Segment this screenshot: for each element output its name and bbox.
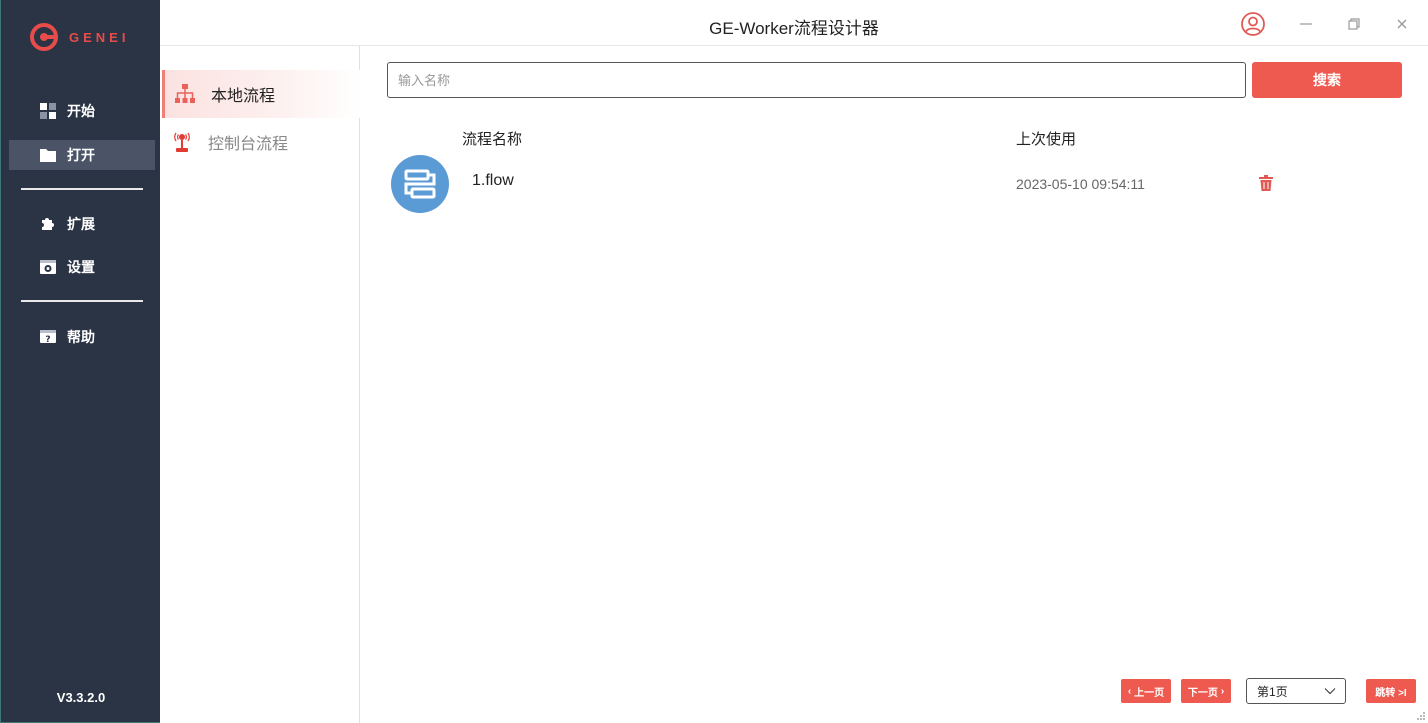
prev-page-label: 上一页 [1134,687,1165,699]
nav-item-extensions[interactable]: 扩展 [9,209,155,239]
restore-button[interactable] [1342,12,1366,36]
tab-console-flows[interactable]: 控制台流程 [162,118,358,166]
restore-icon [1348,18,1360,30]
prev-page-button[interactable]: ‹ 上一页 [1121,679,1171,703]
close-icon [1397,19,1407,29]
column-header-name: 流程名称 [462,131,523,148]
nav-item-label: 开始 [67,103,95,119]
search-input[interactable] [387,62,1246,98]
dashboard-icon [39,102,57,120]
chevron-down-icon [1324,688,1336,695]
flow-source-sidebar: 本地流程 控制台流程 [160,46,361,723]
resize-grip-icon[interactable] [1416,711,1426,721]
next-page-button[interactable]: 下一页 › [1181,679,1231,703]
nav-divider [21,300,143,302]
window-title: GE-Worker流程设计器 [709,19,879,38]
broadcast-icon [170,130,194,154]
trash-icon [1259,175,1273,191]
svg-text:?: ? [45,335,50,345]
genei-logo-icon [30,23,58,51]
nav-item-label: 设置 [67,259,95,275]
user-avatar-button[interactable] [1241,12,1265,36]
flow-last-used: 2023-05-10 09:54:11 [1016,176,1145,192]
nav-item-settings[interactable]: 设置 [9,252,155,282]
flow-name[interactable]: 1.flow [472,172,514,190]
logo-text: GENEI [69,29,130,45]
nav-item-label: 打开 [67,147,95,163]
logo: GENEI [29,22,129,52]
column-header-last-used: 上次使用 [1016,131,1077,148]
jump-page-button[interactable]: 跳转 >I [1366,679,1416,703]
main-sidebar: GENEI 开始 打开 扩展 设置 ? 帮助 V3.3.2.0 [0,0,160,723]
nav-item-label: 帮助 [67,329,95,345]
nav-item-help[interactable]: ? 帮助 [9,322,155,352]
puzzle-icon [39,215,57,233]
chevron-right-icon: › [1220,685,1225,697]
tab-local-flows[interactable]: 本地流程 [162,70,361,118]
table-row[interactable]: 1.flow 2023-05-10 09:54:11 [387,152,1407,216]
sitemap-icon [173,82,197,106]
tab-label: 控制台流程 [208,136,289,153]
version-label: V3.3.2.0 [56,690,106,705]
minimize-icon [1300,23,1312,25]
minimize-button[interactable] [1294,12,1318,36]
title-bar: GE-Worker流程设计器 [160,0,1428,46]
delete-button[interactable] [1257,174,1275,192]
tab-label: 本地流程 [211,88,276,105]
page-select-value: 第1页 [1257,684,1288,699]
nav-item-start[interactable]: 开始 [9,96,155,126]
flow-icon [391,155,449,213]
app-window: GENEI 开始 打开 扩展 设置 ? 帮助 V3.3.2.0 GE-Worke… [0,0,1428,723]
close-button[interactable] [1390,12,1414,36]
settings-icon [39,258,57,276]
next-page-label: 下一页 [1187,687,1218,699]
folder-icon [39,146,57,164]
nav-item-open[interactable]: 打开 [9,140,155,170]
nav-divider [21,188,143,190]
help-icon: ? [39,328,57,346]
page-select[interactable]: 第1页 [1246,678,1346,704]
chevron-left-icon: ‹ [1127,685,1132,697]
user-icon [1241,12,1265,36]
search-button[interactable]: 搜索 [1252,62,1402,98]
nav-item-label: 扩展 [67,216,95,232]
